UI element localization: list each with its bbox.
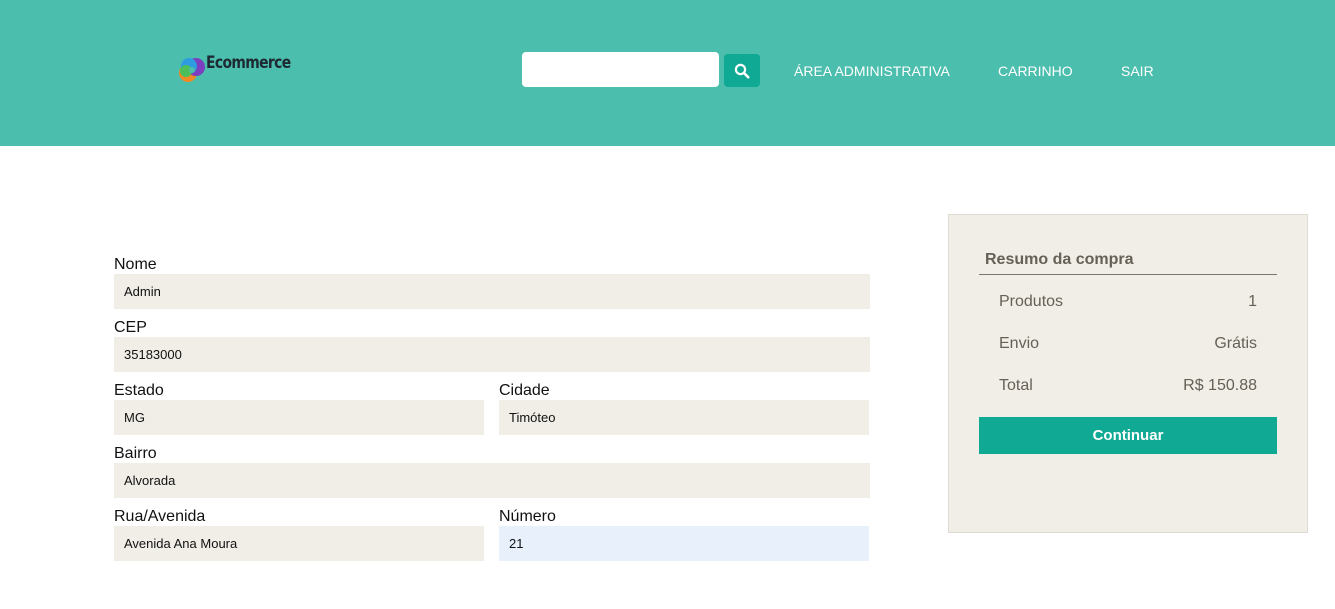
rua-input[interactable] [114,526,484,561]
nome-input[interactable] [114,274,870,309]
search-input[interactable] [522,52,719,87]
cidade-input[interactable] [499,400,869,435]
nav-area-administrativa[interactable]: ÁREA ADMINISTRATIVA [794,63,950,79]
summary-row-value-total: R$ 150.88 [1183,377,1257,394]
estado-input[interactable] [114,400,484,435]
logo[interactable]: Ecommerce [176,52,291,88]
bairro-label: Bairro [114,445,157,462]
search-button[interactable] [724,54,760,87]
bairro-input[interactable] [114,463,870,498]
estado-label: Estado [114,382,164,399]
continue-button[interactable]: Continuar [979,417,1277,454]
summary-row-value-produtos: 1 [1248,293,1257,310]
search-icon [734,63,750,78]
summary-row-value-envio: Grátis [1214,335,1257,352]
rua-label: Rua/Avenida [114,508,206,525]
summary-divider [979,274,1277,275]
purchase-summary: Resumo da compra Produtos 1 Envio Grátis… [948,214,1308,533]
site-header: Ecommerce ÁREA ADMINISTRATIVA CARRINHO S… [0,0,1335,146]
nome-label: Nome [114,256,157,273]
cidade-label: Cidade [499,382,550,399]
nav-carrinho[interactable]: CARRINHO [998,63,1073,79]
logo-text: Ecommerce [206,53,291,73]
numero-label: Número [499,508,556,525]
cep-label: CEP [114,319,147,336]
summary-row-label-envio: Envio [999,335,1040,352]
summary-row-label-total: Total [999,377,1033,394]
ecommerce-logo-icon [179,58,205,82]
nav-sair[interactable]: SAIR [1121,63,1154,79]
summary-row-label-produtos: Produtos [999,293,1064,310]
numero-input[interactable] [499,526,869,561]
cep-input[interactable] [114,337,870,372]
summary-title: Resumo da compra [985,251,1134,268]
